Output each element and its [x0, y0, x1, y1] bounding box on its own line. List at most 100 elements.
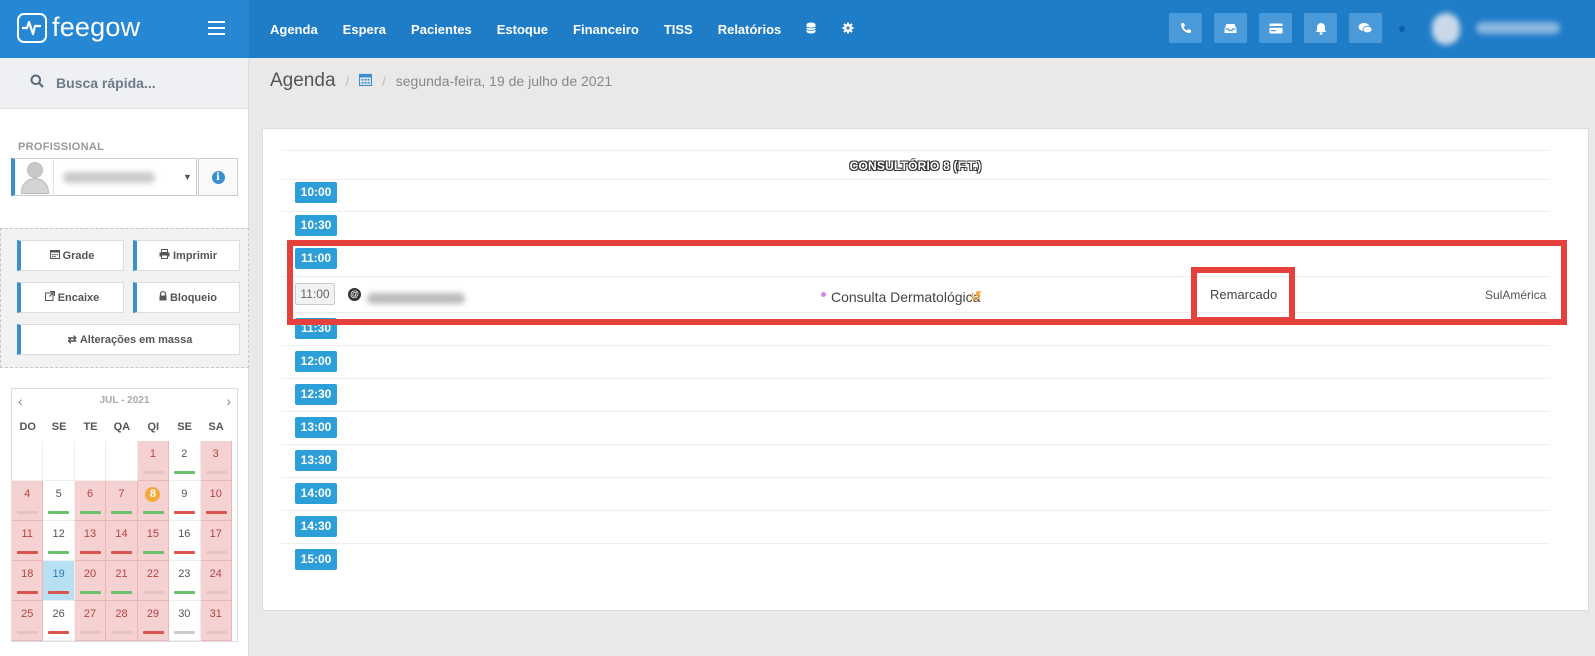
user-avatar[interactable]: [1432, 13, 1460, 45]
gear-icon[interactable]: [842, 22, 854, 37]
availability-bar: [142, 551, 164, 554]
time-slot[interactable]: 13:00: [295, 417, 337, 438]
calendar-day[interactable]: 4: [12, 481, 44, 521]
calendar-day[interactable]: 23: [169, 561, 201, 601]
calendar-day[interactable]: 26: [43, 601, 75, 641]
alteracoes-em-massa-button[interactable]: ⇄ Alterações em massa: [17, 324, 240, 355]
calendar-day[interactable]: 30: [169, 601, 201, 641]
availability-bar: [111, 511, 133, 514]
calendar-day[interactable]: 10: [200, 481, 232, 521]
highlight-status: [1191, 267, 1295, 323]
chat-icon[interactable]: [1349, 13, 1382, 43]
calendar-day-number: 23: [178, 568, 191, 580]
encaixe-button[interactable]: Encaixe: [17, 282, 124, 313]
calendar-day-number: 30: [178, 608, 191, 620]
calendar-day[interactable]: 29: [137, 601, 170, 641]
profissional-label: PROFISSIONAL: [18, 141, 105, 153]
availability-bar: [79, 591, 101, 594]
time-slot[interactable]: 14:30: [295, 516, 337, 537]
weekday-label: DO: [19, 421, 36, 433]
calendar-day-number: 5: [55, 488, 62, 500]
calendar-day[interactable]: 1: [137, 441, 170, 481]
calendar-day[interactable]: 28: [106, 601, 138, 641]
calendar-day-number: 27: [83, 608, 97, 620]
calendar-day-number: 4: [24, 488, 31, 500]
phone-icon[interactable]: [1169, 13, 1202, 43]
calendar-day[interactable]: 14: [106, 521, 138, 561]
chevron-right-icon[interactable]: ›: [226, 393, 231, 409]
calendar-day[interactable]: 19: [43, 561, 75, 601]
calendar-day[interactable]: 25: [12, 601, 44, 641]
calendar-day[interactable]: 7: [106, 481, 138, 521]
availability-bar: [111, 551, 133, 554]
calendar-day[interactable]: 31: [200, 601, 232, 641]
calendar-day-number: 13: [83, 528, 97, 540]
inbox-icon[interactable]: [1214, 13, 1247, 43]
highlight-appointment-row: [287, 240, 1567, 325]
profissional-select[interactable]: ▼: [11, 158, 197, 196]
logo-text[interactable]: feegow: [52, 12, 140, 43]
calendar-day-number: 25: [21, 608, 34, 620]
calendar-day[interactable]: 27: [74, 601, 107, 641]
calendar-day[interactable]: 17: [200, 521, 232, 561]
time-slot[interactable]: 14:00: [295, 483, 337, 504]
calendar-day-number: 29: [146, 608, 160, 620]
calendar-day[interactable]: 13: [74, 521, 107, 561]
today-badge: 8: [145, 487, 161, 502]
calendar-day[interactable]: 18: [12, 561, 44, 601]
calendar-day[interactable]: 21: [106, 561, 138, 601]
calendar-day-number: 26: [52, 608, 65, 620]
time-slot[interactable]: 12:00: [295, 351, 337, 372]
availability-bar: [17, 591, 38, 594]
time-slot[interactable]: 15:00: [295, 549, 337, 570]
availability-bar: [174, 631, 196, 634]
bell-icon[interactable]: [1304, 13, 1337, 43]
user-name-redacted[interactable]: [1476, 22, 1560, 34]
calendar-day[interactable]: 24: [200, 561, 232, 601]
calendar-day[interactable]: 5: [43, 481, 75, 521]
calendar-day[interactable]: 9: [169, 481, 201, 521]
time-slot[interactable]: 12:30: [295, 384, 337, 405]
calendar-day[interactable]: 8: [137, 481, 170, 521]
calendar-day[interactable]: 11: [12, 521, 44, 561]
bloqueio-button[interactable]: Bloqueio: [133, 282, 240, 313]
time-slot[interactable]: 13:30: [295, 450, 337, 471]
time-slot[interactable]: 10:00: [295, 182, 337, 203]
search-placeholder: Busca rápida...: [56, 75, 156, 91]
nav-tiss[interactable]: TISS: [664, 22, 693, 37]
availability-bar: [142, 471, 164, 474]
nav-estoque[interactable]: Estoque: [497, 22, 548, 37]
calendar-day[interactable]: 15: [137, 521, 170, 561]
imprimir-button[interactable]: Imprimir: [133, 240, 240, 271]
grade-button[interactable]: Grade: [17, 240, 124, 271]
calendar-day[interactable]: 20: [74, 561, 107, 601]
nav-financeiro[interactable]: Financeiro: [573, 22, 639, 37]
calendar-day-number: 18: [21, 568, 34, 580]
calendar-day[interactable]: 3: [200, 441, 232, 481]
calendar-day[interactable]: 2: [169, 441, 201, 481]
calendar-day-number: 9: [181, 488, 188, 500]
credit-card-icon[interactable]: [1259, 13, 1292, 43]
calendar-empty-cell: [106, 441, 138, 481]
database-icon[interactable]: [806, 22, 816, 37]
calendar-day[interactable]: 6: [74, 481, 107, 521]
calendar-day-number: 10: [209, 488, 222, 500]
calendar-day[interactable]: 12: [43, 521, 75, 561]
menu-toggle-icon[interactable]: [208, 21, 225, 35]
weekday-label: SA: [208, 421, 224, 433]
time-slot[interactable]: 10:30: [295, 215, 337, 236]
calendar-day[interactable]: 22: [137, 561, 170, 601]
nav-espera[interactable]: Espera: [343, 22, 386, 37]
agenda-actions: Grade Imprimir Encaixe Bloqueio ⇄ Altera…: [0, 228, 249, 368]
caret-down-icon: ▼: [183, 172, 192, 182]
calendar-day-number: 11: [21, 528, 33, 540]
calendar-day[interactable]: 16: [169, 521, 201, 561]
nav-agenda[interactable]: Agenda: [270, 22, 318, 37]
nav-pacientes[interactable]: Pacientes: [411, 22, 472, 37]
quick-search[interactable]: Busca rápida...: [0, 58, 248, 109]
calendar-day-number: 28: [115, 608, 128, 620]
chevron-left-icon[interactable]: ‹: [18, 393, 23, 409]
profissional-info-button[interactable]: i: [198, 158, 238, 196]
nav-relatorios[interactable]: Relatórios: [718, 22, 782, 37]
availability-bar: [17, 511, 38, 514]
